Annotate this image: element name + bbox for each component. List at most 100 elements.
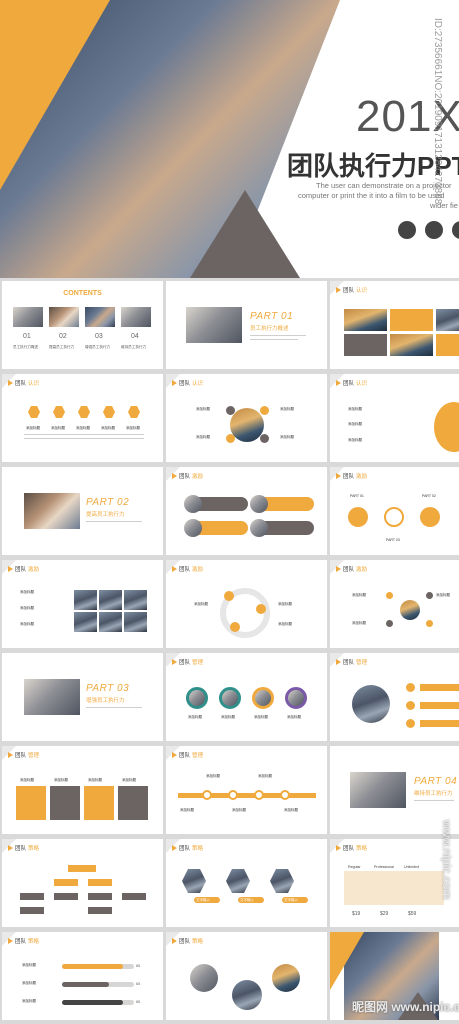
tag-team: 团队 [179,753,191,759]
slide-team-manage-2[interactable]: 团队 管理 [330,653,459,741]
tag-recognize: 认识 [192,381,204,387]
org-l2-2 [88,879,112,886]
slide-team-motivate-4[interactable]: 团队 激励 添加标题 添加标题 添加标题 [166,560,327,648]
org-l3-3 [88,893,112,900]
timeline-node-2 [228,790,238,800]
slide-team-strategy-1[interactable]: 团队 策略 [2,839,163,927]
card-title-3: 添加标题 [88,778,102,783]
section-tag: 团队 激励 [336,565,367,573]
card-title-2: 添加标题 [54,778,68,783]
section-tag: 团队 激励 [172,565,203,573]
slide-team-motivate-2[interactable]: 团队 激励 PART 01 PART 02 PART 03 [330,467,459,555]
manage-circle-4 [285,687,307,709]
tag-motivate: 激励 [356,474,368,480]
part01-title: PART 01 [250,311,294,322]
contents-thumb-2 [49,307,79,327]
timeline-node-1 [202,790,212,800]
slide-team-manage-3[interactable]: 团队 管理 添加标题 添加标题 添加标题 添加标题 [2,746,163,834]
bar-value-2: 65 [136,982,141,986]
tag-motivate: 激励 [192,474,204,480]
section-tag: 团队 策略 [8,937,39,945]
org-l3-4 [122,893,146,900]
strategy-text-3: 文字输入 [284,898,298,903]
camera-icon[interactable] [398,221,416,239]
slide-team-recognize-2[interactable]: 团队 认识 添加标题 添加标题 添加标题 添加标题 添加标题 [2,374,163,462]
circle-icon[interactable] [452,221,459,239]
list-title-2: 添加标题 [20,606,34,611]
slide-part-02[interactable]: PART 02 提高员工执行力 [2,467,163,555]
hub-photo [400,600,420,620]
part01-mini: PART 01 [350,494,364,498]
part04-subtitle: 维持员工执行力 [414,791,453,797]
tag-team: 团队 [179,567,191,573]
manage-title-3: 添加标题 [254,715,268,720]
tag-manage: 管理 [192,660,204,666]
part01-photo [186,307,242,343]
bar-fill-1 [62,964,124,969]
tag-recognize: 认识 [356,288,368,294]
slide-team-strategy-2[interactable]: 团队 策略 文字输入 文字输入 文字输入 [166,839,327,927]
slide-team-strategy-4[interactable]: 团队 策略 添加标题 添加标题 添加标题 85 65 85 [2,932,163,1020]
city-photo-3 [124,590,147,610]
slide-team-motivate-3[interactable]: 团队 激励 添加标题 添加标题 添加标题 [2,560,163,648]
bar-value-1: 85 [136,964,141,968]
section-tag: 团队 策略 [172,844,203,852]
org-root [68,865,96,872]
tag-motivate: 激励 [192,567,204,573]
tag-team: 团队 [343,288,355,294]
section-tag: 团队 认识 [8,379,39,387]
timeline-title-4: 添加标题 [232,808,246,813]
city-photo-4 [74,612,97,632]
node-title-4: 添加标题 [280,435,294,440]
hub-node-1 [386,592,393,599]
node-title-1: 添加标题 [196,407,210,412]
tag-strategy: 策略 [28,846,40,852]
section-tag: 团队 认识 [336,286,367,294]
timeline-node-4 [280,790,290,800]
slide-part-01[interactable]: PART 01 员工执行力概述 [166,281,327,369]
hero-year: 201X [356,92,459,141]
part03-mini: PART 03 [386,538,400,542]
part02-subtitle: 提高员工执行力 [86,512,125,518]
contents-label-2: 提高员工执行力 [49,345,75,349]
motivate-circle-1 [348,507,368,527]
manage-node-3 [406,719,415,728]
part02-title: PART 02 [86,497,130,508]
node-title-3: 添加标题 [196,435,210,440]
tag-team: 团队 [179,474,191,480]
part01-subtitle: 员工执行力概述 [250,326,289,332]
slide-part-03[interactable]: PART 03 增强员工执行力 [2,653,163,741]
hex-icon-3 [78,406,90,418]
tag-team: 团队 [179,939,191,945]
slide-team-manage-1[interactable]: 团队 管理 添加标题 添加标题 添加标题 添加标题 [166,653,327,741]
tag-recognize: 认识 [28,381,40,387]
slide-team-recognize-3[interactable]: 团队 认识 添加标题 添加标题 添加标题 添加标题 [166,374,327,462]
slide-team-manage-4[interactable]: 团队 管理 添加标题 添加标题 添加标题 添加标题 添加标题 [166,746,327,834]
hero-slide[interactable]: 201X 团队执行力PPT The user can demonstrate o… [0,0,459,278]
hub-title-2: 添加标题 [352,621,366,626]
section-tag: 团队 激励 [8,565,39,573]
timeline-title-2: 添加标题 [258,774,272,779]
grid-icon[interactable] [425,221,443,239]
manage-node-2 [406,701,415,710]
slide-team-motivate-5[interactable]: 团队 激励 添加标题 添加标题 添加标题 [330,560,459,648]
lock-icon [128,406,140,418]
slide-team-motivate-1[interactable]: 团队 激励 [166,467,327,555]
card-1 [16,786,46,820]
pill-avatar-2 [250,495,268,513]
slide-team-recognize-1[interactable]: 团队 认识 [330,281,459,369]
contents-label-4: 维持员工执行力 [121,345,147,349]
hex-photo-2 [226,869,250,893]
tag-team: 团队 [343,660,355,666]
pill-avatar-3 [184,519,202,537]
list-title-3: 添加标题 [20,622,34,627]
slide-team-recognize-4[interactable]: 团队 认识 添加标题 添加标题 添加标题 [330,374,459,462]
item-title-4: 添加标题 [101,426,115,431]
hero-watermark-id: ID:27356661NO:20190917131284270888 [432,18,443,205]
slide-team-strategy-5[interactable]: 团队 策略 [166,932,327,1020]
org-l4-2 [88,907,112,914]
slide-contents[interactable]: CONTENTS 01 02 03 04 员工执行力概述 提高员工执行力 增强员… [2,281,163,369]
grid-box-orange-2 [436,334,459,356]
grid-photo-1 [344,309,387,331]
tag-motivate: 激励 [356,567,368,573]
